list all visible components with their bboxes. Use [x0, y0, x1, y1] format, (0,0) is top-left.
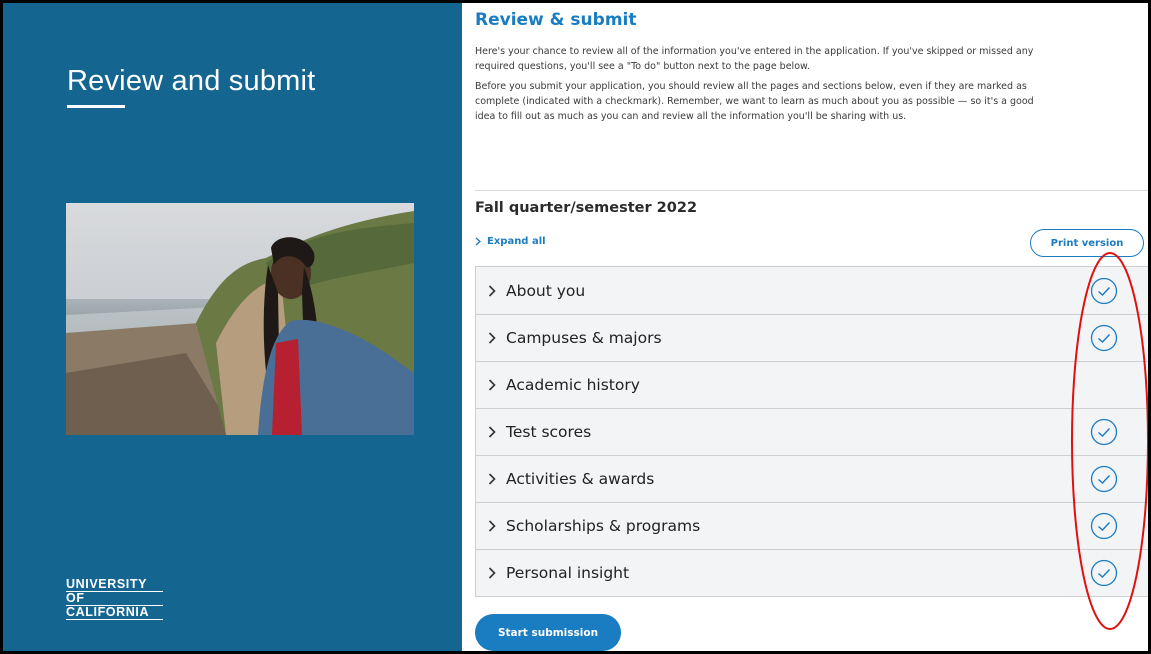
checkmark-circle-icon — [1090, 559, 1118, 587]
slide-title: Review and submit — [67, 65, 316, 97]
logo-word: UNIVERSITY — [66, 577, 148, 591]
section-row[interactable]: Academic history — [476, 361, 1148, 408]
checkmark-circle-icon — [1090, 512, 1118, 540]
section-label: Campuses & majors — [506, 329, 662, 347]
section-row[interactable]: About you — [476, 267, 1148, 314]
intro-paragraph: Here's your chance to review all of the … — [475, 46, 1034, 72]
section-row[interactable]: Activities & awards — [476, 455, 1148, 502]
chevron-right-icon — [475, 237, 481, 246]
title-underline — [67, 105, 125, 108]
section-label: Academic history — [506, 376, 640, 394]
expand-all-link[interactable]: Expand all — [475, 236, 546, 247]
chevron-right-icon — [488, 379, 496, 391]
logo-word: CALIFORNIA — [66, 605, 150, 619]
chevron-right-icon — [488, 426, 496, 438]
section-row[interactable]: Personal insight — [476, 549, 1148, 596]
expand-all-label: Expand all — [487, 236, 546, 247]
checkmark-circle-icon — [1090, 418, 1118, 446]
chevron-right-icon — [488, 520, 496, 532]
section-label: Scholarships & programs — [506, 517, 701, 535]
intro-paragraph: Before you submit your application, you … — [475, 81, 1034, 122]
print-version-button[interactable]: Print version — [1030, 229, 1144, 257]
section-label: Personal insight — [506, 564, 630, 582]
section-label: Test scores — [506, 423, 592, 441]
divider — [475, 190, 1148, 191]
section-row[interactable]: Campuses & majors — [476, 314, 1148, 361]
checkmark-circle-icon — [1090, 324, 1118, 352]
review-intro: Here's your chance to review all of the … — [475, 44, 1045, 124]
review-heading: Review & submit — [475, 10, 637, 30]
section-label: Activities & awards — [506, 470, 655, 488]
section-list: About you Campuses & majors Academic histo… — [475, 266, 1149, 597]
logo-word: OF — [66, 591, 85, 605]
chevron-right-icon — [488, 567, 496, 579]
start-submission-button[interactable]: Start submission — [475, 614, 621, 651]
logo-divider — [66, 619, 163, 620]
student-photo — [66, 203, 414, 435]
term-title: Fall quarter/semester 2022 — [475, 200, 698, 216]
chevron-right-icon — [488, 284, 496, 297]
chevron-right-icon — [488, 473, 496, 485]
chevron-right-icon — [488, 332, 496, 344]
photo-illustration — [66, 203, 414, 435]
university-of-california-logo: UNIVERSITY OF CALIFORNIA — [66, 578, 163, 620]
section-row[interactable]: Test scores — [476, 408, 1148, 455]
checkmark-circle-icon — [1090, 277, 1118, 304]
review-panel: Review & submit Here's your chance to re… — [462, 3, 1149, 651]
section-label: About you — [506, 281, 586, 300]
checkmark-circle-icon — [1090, 465, 1118, 493]
section-row[interactable]: Scholarships & programs — [476, 502, 1148, 549]
left-panel: Review and submit UNIVERSITY OF CALIFORN… — [3, 3, 462, 651]
